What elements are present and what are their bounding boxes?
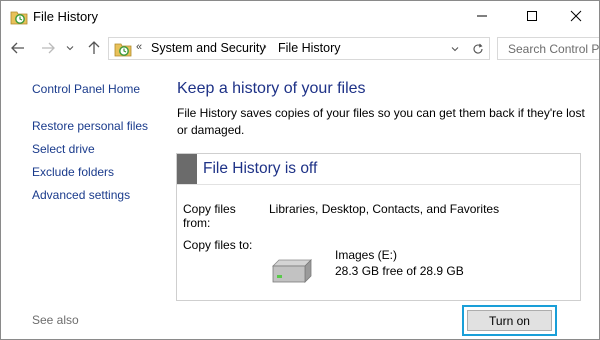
chevron-down-icon[interactable] (450, 44, 460, 54)
file-history-icon (10, 11, 28, 25)
refresh-button[interactable] (467, 37, 490, 60)
search-input[interactable] (498, 38, 599, 59)
minimize-icon (477, 15, 487, 17)
select-drive-link[interactable]: Select drive (32, 142, 95, 156)
control-panel-home-link[interactable]: Control Panel Home (32, 82, 140, 96)
restore-personal-files-link[interactable]: Restore personal files (32, 119, 148, 133)
copy-to-label: Copy files to: (183, 238, 253, 252)
copy-from-label: Copy files from: (183, 202, 236, 230)
navigation-bar: « System and Security › File History (1, 33, 599, 63)
minimize-button[interactable] (459, 1, 505, 31)
page-title: Keep a history of your files (177, 80, 366, 97)
close-icon (570, 10, 582, 22)
search-box[interactable] (497, 37, 599, 60)
recent-locations-button[interactable] (63, 39, 77, 57)
refresh-icon (473, 43, 483, 54)
maximize-icon (527, 11, 537, 21)
exclude-folders-link[interactable]: Exclude folders (32, 165, 114, 179)
chevron-down-icon (66, 46, 74, 51)
back-button[interactable] (9, 39, 27, 57)
title-bar: File History (1, 1, 599, 33)
see-also-label: See also (32, 313, 79, 327)
status-header: File History is off (177, 154, 580, 185)
status-title: File History is off (203, 160, 318, 177)
arrow-left-icon (11, 42, 24, 54)
arrow-up-icon (88, 41, 100, 54)
up-button[interactable] (85, 39, 103, 57)
turn-on-button[interactable]: Turn on (467, 310, 552, 331)
window-title: File History (33, 9, 99, 24)
hard-drive-icon (272, 259, 312, 283)
drive-name: Images (E:) (335, 248, 398, 262)
arrow-right-icon (42, 42, 55, 54)
drive-free-space: 28.3 GB free of 28.9 GB (335, 264, 464, 278)
breadcrumb-file-history[interactable]: File History (278, 41, 341, 55)
breadcrumb-system-and-security[interactable]: System and Security (151, 41, 266, 55)
forward-button[interactable] (39, 39, 57, 57)
breadcrumb-overflow[interactable]: « (136, 41, 142, 53)
copy-from-value: Libraries, Desktop, Contacts, and Favori… (269, 202, 500, 216)
maximize-button[interactable] (509, 1, 555, 31)
advanced-settings-link[interactable]: Advanced settings (32, 188, 130, 202)
address-bar[interactable]: « System and Security › File History (108, 37, 490, 60)
left-pane: Control Panel Home Restore personal file… (1, 64, 161, 339)
control-panel-icon (114, 43, 132, 57)
status-indicator (177, 154, 197, 184)
turn-on-focus-ring: Turn on (462, 305, 557, 336)
close-button[interactable] (553, 1, 599, 31)
file-history-window: File History « System and Security › Fil… (0, 0, 600, 340)
breadcrumb-separator[interactable]: › (263, 41, 267, 53)
status-panel: File History is off Copy files from: Lib… (176, 153, 581, 301)
page-description: File History saves copies of your files … (177, 106, 585, 137)
